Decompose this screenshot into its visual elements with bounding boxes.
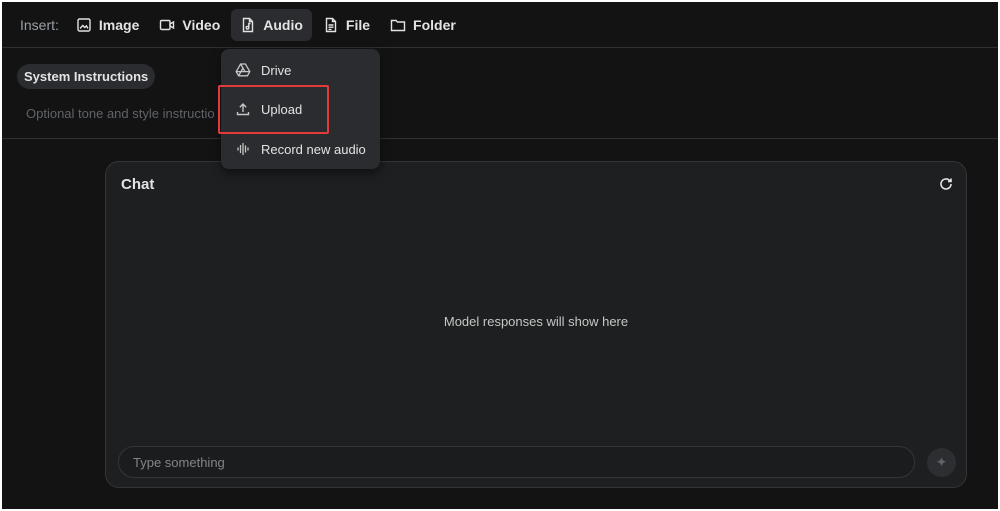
menu-item-drive[interactable]: Drive: [221, 54, 380, 86]
empty-chat-message: Model responses will show here: [443, 314, 629, 329]
insert-file-label: File: [345, 16, 371, 33]
insert-folder-label: Folder: [413, 16, 456, 33]
chat-input[interactable]: [118, 446, 915, 478]
insert-video-button[interactable]: Video: [150, 9, 229, 41]
image-icon: [76, 17, 92, 33]
upload-icon: [235, 101, 251, 117]
chat-title: Chat: [121, 176, 155, 193]
waveform-icon: [235, 141, 251, 157]
insert-image-button[interactable]: Image: [67, 9, 148, 41]
menu-item-drive-label: Drive: [261, 62, 292, 78]
drive-icon: [235, 62, 251, 78]
insert-audio-label: Audio: [263, 16, 303, 33]
system-instructions-chip[interactable]: System Instructions: [17, 64, 156, 89]
system-instructions-section: System Instructions Optional tone and st…: [2, 48, 998, 139]
send-button[interactable]: [927, 448, 956, 477]
insert-folder-button[interactable]: Folder: [381, 9, 465, 41]
video-icon: [159, 17, 175, 33]
insert-label: Insert:: [20, 16, 59, 33]
file-icon: [323, 17, 339, 33]
insert-file-button[interactable]: File: [314, 9, 379, 41]
insert-image-label: Image: [98, 16, 140, 33]
insert-video-label: Video: [182, 16, 221, 33]
sparkle-icon: [935, 456, 948, 469]
chat-panel: Chat Model responses will show here: [105, 161, 967, 488]
insert-toolbar: Insert: Image Video Audio File Folder: [2, 2, 998, 48]
menu-item-record-audio[interactable]: Record new audio: [221, 133, 380, 165]
audio-file-icon: [240, 17, 256, 33]
folder-icon: [390, 17, 406, 33]
app-window: Insert: Image Video Audio File Folder Sy…: [2, 2, 998, 509]
menu-item-upload[interactable]: Upload: [221, 93, 380, 125]
audio-dropdown-menu: Drive Upload Record new audio: [221, 49, 380, 169]
menu-item-record-audio-label: Record new audio: [261, 141, 366, 157]
insert-audio-button[interactable]: Audio: [231, 8, 312, 41]
refresh-icon[interactable]: [938, 176, 954, 192]
system-instructions-input[interactable]: Optional tone and style instructio: [26, 106, 215, 121]
menu-item-upload-label: Upload: [261, 101, 303, 117]
